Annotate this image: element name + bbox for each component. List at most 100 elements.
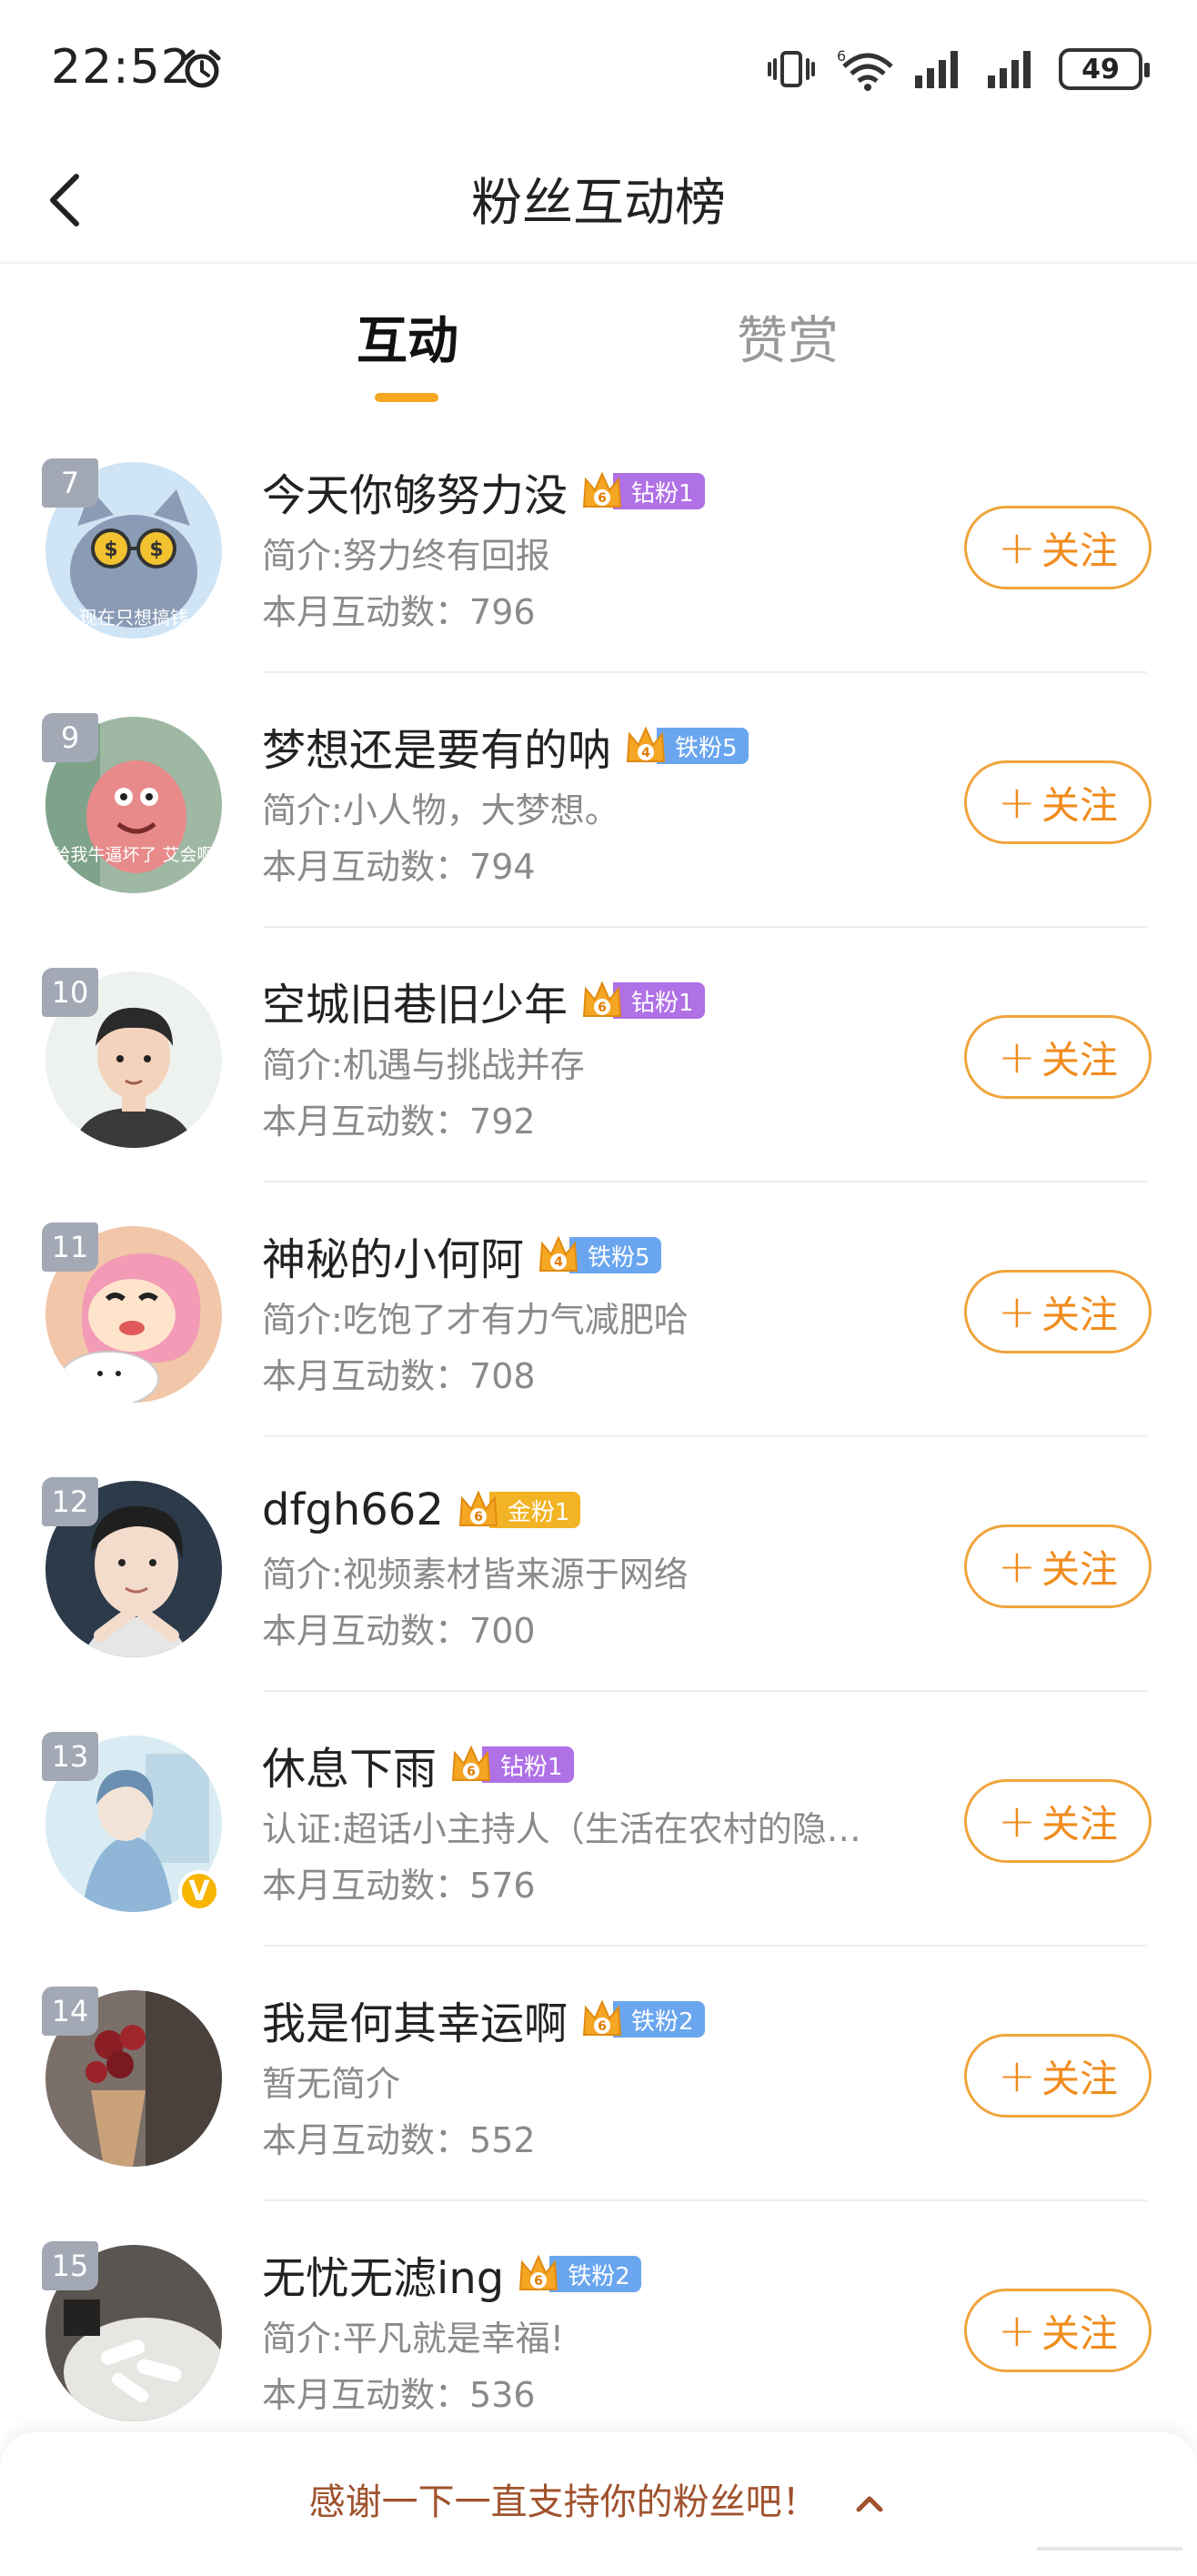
follow-label: 关注 <box>1041 2056 1118 2101</box>
crown-icon: 6 <box>582 471 622 508</box>
crown-icon: 6 <box>458 1490 498 1526</box>
rank-badge: 13 <box>42 1732 98 1781</box>
rank-badge: 7 <box>42 458 98 508</box>
wifi-6-label: 6 <box>837 47 846 65</box>
battery-level: 49 <box>1081 53 1120 86</box>
follow-label: 关注 <box>1041 528 1118 573</box>
count-value: 708 <box>469 1356 536 1396</box>
thank-fans-text[interactable]: 感谢一下一直支持你的粉丝吧！ <box>309 2481 819 2523</box>
rank-badge: 12 <box>42 1477 98 1526</box>
fan-row[interactable]: 11 神秘的小何阿 4 铁粉5 简介:吃饱了才有力气减肥哈 本月互动数：708 … <box>0 1182 1197 1437</box>
tab-appreciation[interactable]: 赞赏 <box>737 300 839 374</box>
page-title: 粉丝互动榜 <box>471 174 726 233</box>
user-name[interactable]: 休息下雨 <box>262 1733 437 1796</box>
count-value: 796 <box>469 592 536 632</box>
count-label: 本月互动数： <box>262 1102 470 1142</box>
badge-level: 6 <box>534 2274 543 2289</box>
fan-badge: 4 铁粉5 <box>624 726 749 766</box>
tab-interaction[interactable]: 互动 <box>357 300 458 374</box>
plus-icon: + <box>998 1285 1036 1338</box>
dollar-glyph: $ <box>149 538 163 561</box>
fan-row[interactable]: 13 V 休息下雨 6 钻粉1 认证:超话小主持人（生活在农村的隐… 本月互动数… <box>0 1692 1197 1947</box>
interaction-count: 本月互动数：536 <box>262 2369 935 2421</box>
fan-badge: 4 铁粉5 <box>537 1235 661 1275</box>
bio: 认证:超话小主持人（生活在农村的隐… <box>262 1809 861 1849</box>
avatar-caption: 给我牛逼坏了 艾会啊 <box>53 845 214 865</box>
fan-row[interactable]: 14 我是何其幸运啊 6 铁粉2 暂无简介 本月互动数：552 + 关注 <box>0 1947 1197 2201</box>
bio: 简介:小人物，大梦想。 <box>262 790 619 830</box>
fan-row[interactable]: $ $ 现在只想搞钱 7 今天你够努力没 6 钻粉1 简介:努力终有回报 本月互… <box>0 418 1197 673</box>
user-name[interactable]: 我是何其幸运啊 <box>262 1987 568 2051</box>
follow-label: 关注 <box>1041 1546 1118 1592</box>
user-name[interactable]: 今天你够努力没 <box>262 459 568 523</box>
header: 粉丝互动榜 <box>0 136 1197 264</box>
status-time: 22:52 <box>51 40 192 95</box>
fan-badge-label: 铁粉5 <box>569 1237 661 1273</box>
user-name[interactable]: 空城旧巷旧少年 <box>262 969 568 1032</box>
signal-icon-sim2 <box>988 51 1031 88</box>
fan-row[interactable]: 12 dfgh662 6 金粉1 简介:视频素材皆来源于网络 本月互动数：700… <box>0 1437 1197 1692</box>
rank-badge: 10 <box>42 968 98 1017</box>
user-name[interactable]: 梦想还是要有的呐 <box>262 714 611 778</box>
fan-badge-label: 金粉1 <box>488 1492 581 1528</box>
interaction-count: 本月互动数：796 <box>262 586 935 639</box>
avatar-caption: 现在只想搞钱 <box>79 607 188 629</box>
plus-icon: + <box>998 521 1036 574</box>
battery-icon: 49 <box>1059 48 1150 90</box>
follow-button[interactable]: + 关注 <box>964 760 1152 844</box>
count-value: 794 <box>469 847 536 887</box>
rank-badge: 14 <box>42 1987 98 2036</box>
follow-button[interactable]: + 关注 <box>964 2289 1152 2372</box>
crown-icon: 6 <box>582 981 622 1017</box>
bio: 简介:机遇与挑战并存 <box>262 1045 585 1085</box>
rank-badge: 9 <box>42 713 98 762</box>
count-label: 本月互动数： <box>262 1356 470 1396</box>
fan-badge: 6 金粉1 <box>457 1490 581 1530</box>
tab-bar: 互动 赞赏 <box>0 264 1197 418</box>
user-name[interactable]: dfgh662 <box>262 1484 444 1535</box>
follow-button[interactable]: + 关注 <box>964 1015 1152 1099</box>
fan-badge-label: 钻粉1 <box>613 982 705 1019</box>
interaction-count: 本月互动数：792 <box>262 1095 935 1148</box>
plus-icon: + <box>998 1540 1036 1593</box>
fan-row[interactable]: 10 空城旧巷旧少年 6 钻粉1 简介:机遇与挑战并存 本月互动数：792 + 关… <box>0 928 1197 1182</box>
crown-icon: 6 <box>451 1745 491 1781</box>
follow-label: 关注 <box>1041 782 1118 828</box>
fan-badge: 6 铁粉2 <box>517 2254 641 2294</box>
fan-badge: 6 钻粉1 <box>580 981 705 1021</box>
chevron-up-icon[interactable] <box>851 2486 888 2522</box>
follow-button[interactable]: + 关注 <box>964 1779 1152 1863</box>
badge-level: 6 <box>598 2019 607 2034</box>
alarm-icon <box>183 49 221 88</box>
count-value: 536 <box>469 2375 536 2415</box>
user-name[interactable]: 神秘的小何阿 <box>262 1223 524 1287</box>
rank-badge: 15 <box>42 2241 98 2290</box>
bio: 简介:努力终有回报 <box>262 536 550 576</box>
fan-row[interactable]: 15 无忧无滤ing 6 铁粉2 简介:平凡就是幸福! 本月互动数：536 + 关… <box>0 2201 1197 2456</box>
rank-badge: 11 <box>42 1223 98 1272</box>
bottom-thank-fans-bar[interactable]: 感谢一下一直支持你的粉丝吧！ <box>0 2432 1197 2576</box>
fan-badge: 6 钻粉1 <box>580 471 705 511</box>
crown-icon: 4 <box>626 726 666 762</box>
follow-button[interactable]: + 关注 <box>964 1524 1152 1608</box>
follow-label: 关注 <box>1041 1801 1118 1846</box>
fan-list: $ $ 现在只想搞钱 7 今天你够努力没 6 钻粉1 简介:努力终有回报 本月互… <box>0 418 1197 2456</box>
plus-icon: + <box>998 1795 1036 1847</box>
crown-icon: 6 <box>582 1999 622 2036</box>
follow-button[interactable]: + 关注 <box>964 2034 1152 2118</box>
badge-level: 6 <box>474 1510 483 1524</box>
count-value: 552 <box>469 2120 536 2160</box>
count-label: 本月互动数： <box>262 1611 470 1651</box>
follow-button[interactable]: + 关注 <box>964 1270 1152 1353</box>
follow-button[interactable]: + 关注 <box>964 506 1152 589</box>
follow-label: 关注 <box>1041 1037 1118 1082</box>
signal-icon-sim1 <box>915 51 958 88</box>
fan-badge-label: 铁粉5 <box>657 728 749 764</box>
fan-row[interactable]: 给我牛逼坏了 艾会啊 9 梦想还是要有的呐 4 铁粉5 简介:小人物，大梦想。 … <box>0 673 1197 928</box>
follow-label: 关注 <box>1041 2310 1118 2356</box>
count-label: 本月互动数： <box>262 592 470 632</box>
count-value: 792 <box>469 1102 536 1142</box>
bio: 暂无简介 <box>262 2064 401 2104</box>
user-name[interactable]: 无忧无滤ing <box>262 2242 504 2306</box>
interaction-count: 本月互动数：794 <box>262 840 935 893</box>
